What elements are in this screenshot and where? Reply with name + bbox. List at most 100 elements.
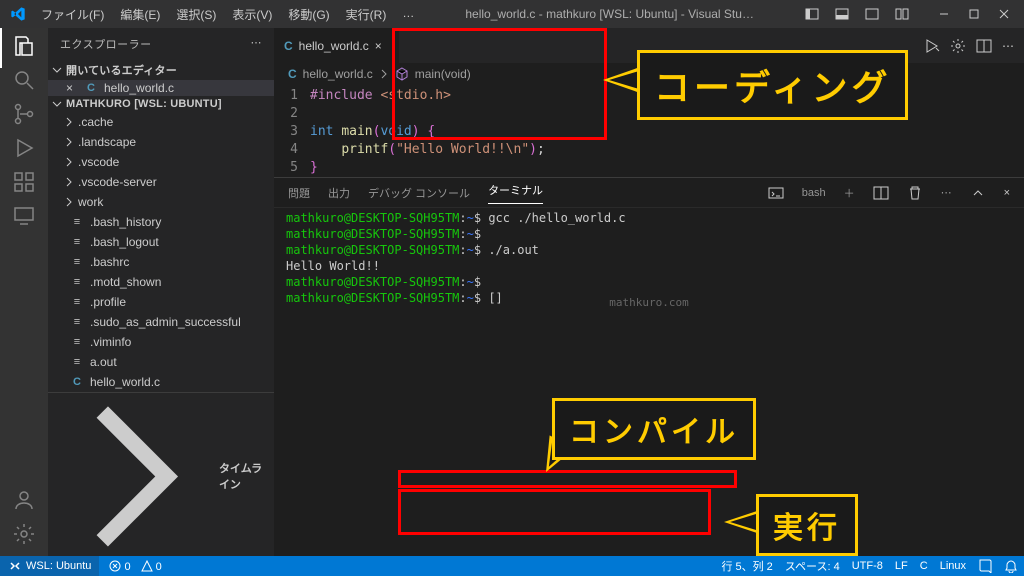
callout-coding: コーディング: [637, 50, 908, 120]
folder-item[interactable]: .vscode: [48, 152, 274, 172]
status-warnings[interactable]: 0: [141, 560, 162, 573]
c-file-icon: C: [70, 375, 84, 389]
watermark: mathkuro.com: [274, 295, 1024, 311]
menu-view[interactable]: 表示(V): [225, 4, 279, 25]
file-item[interactable]: ≡.bashrc: [48, 252, 274, 272]
window-controls: [798, 4, 1018, 24]
file-icon: ≡: [70, 355, 84, 369]
panel: 問題 出力 デバッグ コンソール ターミナル bash ＋ ⋯ × mathku…: [274, 177, 1024, 313]
file-item[interactable]: ≡.bash_history: [48, 212, 274, 232]
status-remote[interactable]: WSL: Ubuntu: [0, 556, 99, 576]
status-encoding[interactable]: UTF-8: [852, 560, 883, 572]
folder-item[interactable]: work: [48, 192, 274, 212]
file-item[interactable]: ≡a.out: [48, 352, 274, 372]
terminal[interactable]: mathkuro@DESKTOP-SQH95TM:~$ gcc ./hello_…: [274, 208, 1024, 313]
tab-hello-world[interactable]: C hello_world.c ×: [274, 28, 400, 63]
open-editor-item[interactable]: × C hello_world.c: [48, 80, 274, 96]
status-eol[interactable]: LF: [895, 560, 908, 572]
gear-icon[interactable]: [950, 38, 966, 54]
editor-more-icon[interactable]: ⋯: [1002, 39, 1014, 53]
run-icon[interactable]: [924, 38, 940, 54]
window-maximize-icon[interactable]: [960, 4, 988, 24]
open-editors-section[interactable]: 開いているエディター: [48, 60, 274, 80]
close-icon[interactable]: ×: [375, 39, 389, 53]
status-lang[interactable]: C: [920, 560, 928, 572]
status-spaces[interactable]: スペース: 4: [785, 558, 840, 574]
callout-pointer: [724, 510, 760, 534]
panel-tab-problems[interactable]: 問題: [288, 185, 310, 201]
callout-run: 実行: [756, 494, 858, 556]
workspace-section[interactable]: MATHKURO [WSL: UBUNTU]: [48, 96, 274, 112]
folder-item[interactable]: .landscape: [48, 132, 274, 152]
panel-tab-output[interactable]: 出力: [328, 185, 350, 201]
chevron-right-icon: [64, 197, 74, 207]
c-file-icon: C: [84, 81, 98, 95]
layout-panel-right-icon[interactable]: [858, 4, 886, 24]
folder-item[interactable]: .cache: [48, 112, 274, 132]
split-editor-icon[interactable]: [976, 38, 992, 54]
status-cursor[interactable]: 行 5、列 2: [721, 558, 772, 574]
chevron-right-icon: [64, 177, 74, 187]
source-control-icon[interactable]: [12, 102, 36, 126]
file-icon: ≡: [70, 295, 84, 309]
menu-file[interactable]: ファイル(F): [34, 4, 111, 25]
breadcrumb-file: hello_world.c: [303, 67, 373, 81]
menu-go[interactable]: 移動(G): [281, 4, 336, 25]
gear-icon[interactable]: [12, 522, 36, 546]
symbol-method-icon: [395, 67, 409, 81]
window-close-icon[interactable]: [990, 4, 1018, 24]
timeline-section[interactable]: タイムライン: [48, 392, 274, 560]
extensions-icon[interactable]: [12, 170, 36, 194]
bell-icon[interactable]: [1004, 559, 1018, 573]
file-item[interactable]: Chello_world.c: [48, 372, 274, 392]
feedback-icon[interactable]: [978, 559, 992, 573]
menu-bar: ファイル(F) 編集(E) 選択(S) 表示(V) 移動(G) 実行(R) …: [34, 4, 421, 25]
file-icon: ≡: [70, 275, 84, 289]
menu-select[interactable]: 選択(S): [169, 4, 223, 25]
menu-more[interactable]: …: [395, 4, 421, 25]
file-icon: ≡: [70, 255, 84, 269]
close-icon[interactable]: ×: [66, 81, 78, 95]
panel-close-icon[interactable]: ×: [1004, 187, 1010, 199]
file-item[interactable]: ≡.viminfo: [48, 332, 274, 352]
window-title: hello_world.c - mathkuro [WSL: Ubuntu] -…: [421, 7, 798, 21]
chevron-right-icon: [54, 396, 215, 557]
layout-customize-icon[interactable]: [888, 4, 916, 24]
terminal-shell-label[interactable]: bash: [802, 187, 826, 199]
chevron-right-icon: [64, 137, 74, 147]
terminal-add-icon[interactable]: ＋: [844, 185, 855, 201]
file-icon: ≡: [70, 315, 84, 329]
callout-compile: コンパイル: [552, 398, 756, 460]
remote-icon: [8, 559, 22, 573]
menu-run[interactable]: 実行(R): [339, 4, 394, 25]
file-item[interactable]: ≡.profile: [48, 292, 274, 312]
chevron-right-icon: [64, 157, 74, 167]
terminal-split-icon[interactable]: [873, 185, 889, 201]
window-minimize-icon[interactable]: [930, 4, 958, 24]
chevron-down-icon: [52, 99, 62, 109]
file-icon: ≡: [70, 335, 84, 349]
explorer-icon[interactable]: [12, 34, 36, 58]
status-errors[interactable]: 0: [109, 560, 130, 573]
file-item[interactable]: ≡.sudo_as_admin_successful: [48, 312, 274, 332]
panel-tab-terminal[interactable]: ターミナル: [488, 182, 543, 204]
vscode-logo-icon: [10, 6, 26, 22]
search-icon[interactable]: [12, 68, 36, 92]
layout-panel-bottom-icon[interactable]: [828, 4, 856, 24]
status-os[interactable]: Linux: [940, 560, 966, 572]
terminal-shell-icon[interactable]: [768, 185, 784, 201]
panel-tab-debug-console[interactable]: デバッグ コンソール: [368, 185, 470, 201]
file-icon: ≡: [70, 235, 84, 249]
layout-panel-left-icon[interactable]: [798, 4, 826, 24]
file-item[interactable]: ≡.motd_shown: [48, 272, 274, 292]
account-icon[interactable]: [12, 488, 36, 512]
chevron-up-icon[interactable]: [970, 185, 986, 201]
menu-edit[interactable]: 編集(E): [113, 4, 167, 25]
run-debug-icon[interactable]: [12, 136, 36, 160]
trash-icon[interactable]: [907, 185, 923, 201]
file-item[interactable]: ≡.bash_logout: [48, 232, 274, 252]
panel-more-icon[interactable]: ⋯: [941, 186, 952, 199]
remote-explorer-icon[interactable]: [12, 204, 36, 228]
folder-item[interactable]: .vscode-server: [48, 172, 274, 192]
explorer-more-icon[interactable]: ⋯: [251, 36, 263, 52]
